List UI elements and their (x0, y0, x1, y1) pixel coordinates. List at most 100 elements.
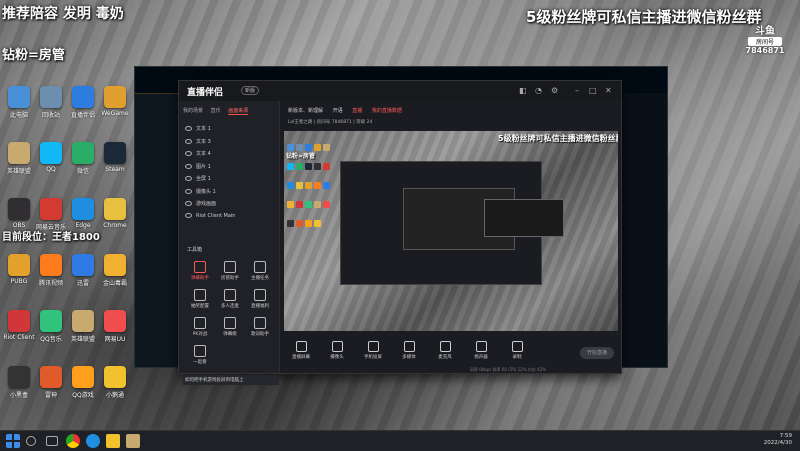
tool-button[interactable]: PK对战 (185, 317, 215, 337)
desktop-icon[interactable]: 英雄联盟 (2, 142, 36, 182)
edge-taskbar-icon[interactable] (86, 434, 100, 448)
eye-icon[interactable] (185, 201, 192, 206)
control-button[interactable]: 手机投屏 (358, 341, 388, 360)
tab-music[interactable]: 直乐 (211, 107, 221, 114)
eye-icon[interactable] (185, 188, 192, 194)
overlay-top-left: 推荐陪容 发明 毒奶 (2, 6, 124, 22)
tool-icon (254, 317, 266, 329)
main-tab-3[interactable]: 我的直播数据 (372, 107, 402, 114)
tool-button[interactable]: 多人连麦 (215, 289, 245, 309)
tool-icon (224, 261, 236, 273)
tool-button[interactable]: 歌词助手 (245, 317, 275, 337)
control-button[interactable]: 多媒体 (394, 341, 424, 360)
desktop-icon[interactable]: 回收站 (34, 86, 68, 126)
source-item[interactable]: 图片 1 (185, 163, 211, 170)
desktop-icon-label: QQ音乐 (40, 336, 62, 343)
desktop-icon[interactable]: QQ (34, 142, 68, 182)
preview-mini-icon (305, 220, 312, 227)
tool-button[interactable]: 主播任务 (245, 261, 275, 281)
desktop-icon[interactable]: QQ游戏 (66, 366, 100, 406)
stream-preview[interactable]: 5级粉丝牌可私信主播进微信粉丝群 钻粉=房管 (284, 131, 618, 331)
gift-icon[interactable]: ◧ (519, 86, 527, 95)
eye-icon[interactable] (185, 163, 192, 169)
chrome-taskbar-icon[interactable] (66, 434, 80, 448)
desktop-icon[interactable]: QQ音乐 (34, 310, 68, 350)
tool-button[interactable]: 弹幕助手 (185, 261, 215, 281)
preview-mini-icon (287, 220, 294, 227)
source-item[interactable]: 游戏画面 (185, 200, 216, 207)
tool-button[interactable]: 弹幕姬 (215, 317, 245, 337)
tool-button[interactable]: 一起看 (185, 345, 215, 365)
tool-button[interactable]: 抽奖配置 (185, 289, 215, 309)
source-item[interactable]: 文本 3 (185, 138, 211, 145)
desktop-icon[interactable]: 小鹅通 (98, 366, 132, 406)
source-item[interactable]: 文本 1 (185, 125, 211, 132)
desktop-icon[interactable]: WeGame (98, 86, 132, 126)
eye-icon[interactable] (185, 126, 192, 131)
maximize-icon[interactable]: □ (589, 86, 597, 95)
source-item[interactable]: Riot Client Main (185, 212, 235, 219)
desktop-icon[interactable]: 小黑盒 (2, 366, 36, 406)
tool-label: 弹幕姬 (223, 332, 237, 337)
desktop-icon[interactable]: Steam (98, 142, 132, 182)
preview-mini-icon (287, 163, 294, 170)
control-button[interactable]: 麦克风 (430, 341, 460, 360)
eye-icon[interactable] (185, 212, 192, 218)
desktop-icon[interactable]: 网易云音乐 (34, 198, 68, 238)
task-view-icon[interactable] (46, 436, 58, 446)
tab-scenes[interactable]: 我的场景 (183, 107, 203, 114)
source-item[interactable]: 文本 4 (185, 150, 211, 157)
explorer-taskbar-icon[interactable] (106, 434, 120, 448)
desktop-icon-label: 网易云音乐 (35, 224, 66, 231)
tool-button[interactable]: 房管助手 (215, 261, 245, 281)
tool-button[interactable]: 直播福利 (245, 289, 275, 309)
control-button[interactable]: 直播屏幕 (286, 341, 316, 360)
tool-icon (224, 289, 236, 301)
eye-icon[interactable] (185, 151, 192, 156)
desktop-icon[interactable]: OBS (2, 198, 36, 238)
source-item[interactable]: 全屏 1 (185, 175, 211, 182)
control-button[interactable]: 摄像头 (322, 341, 352, 360)
main-tab-2[interactable]: 直播 (352, 107, 362, 114)
tool-label: 抽奖配置 (191, 304, 209, 309)
preview-mini-icon (305, 144, 312, 151)
desktop-icon[interactable]: 金山毒霸 (98, 254, 132, 294)
desktop: 推荐陪容 发明 毒奶 钻粉=房管 目前段位：王者1800 5级粉丝牌可私信主播进… (0, 0, 800, 430)
streaming-app-window[interactable]: 直播伴侣 新版 ◧ ◔ ⚙ – □ ✕ 我的场景 直乐 画面来源 文本 1 文本 … (178, 80, 622, 385)
desktop-icon[interactable]: 直播伴侣 (66, 86, 100, 126)
desktop-icon[interactable]: 迅雷 (66, 254, 100, 294)
main-tab-0[interactable]: 新版本、新理解 (288, 107, 323, 114)
bell-icon[interactable]: ◔ (535, 86, 542, 95)
desktop-icon[interactable]: 微信 (66, 142, 100, 182)
league-taskbar-icon[interactable] (126, 434, 140, 448)
control-button[interactable]: 录制 (502, 341, 532, 360)
source-label: 文本 3 (196, 138, 211, 145)
source-item[interactable]: 摄像头 1 (185, 188, 216, 195)
search-icon[interactable] (26, 436, 36, 446)
control-button[interactable]: 扬声器 (466, 341, 496, 360)
tab-sources[interactable]: 画面来源 (228, 107, 249, 115)
eye-icon[interactable] (185, 176, 192, 181)
desktop-icon[interactable]: 网易UU (98, 310, 132, 350)
main-tab-1[interactable]: 开语 (333, 107, 343, 114)
desktop-icon[interactable]: Chrome (98, 198, 132, 238)
desktop-icon[interactable]: PUBG (2, 254, 36, 294)
desktop-icon[interactable]: 腾讯视频 (34, 254, 68, 294)
start-live-button[interactable]: 开始直播 (580, 347, 614, 359)
desktop-icon[interactable]: 英雄联盟 (66, 310, 100, 350)
overlay-top-right: 5级粉丝牌可私信主播进微信粉丝群 (526, 8, 762, 26)
desktop-icon[interactable]: Riot Client (2, 310, 36, 350)
desktop-icon[interactable]: Edge (66, 198, 100, 238)
windows-start-icon[interactable] (6, 434, 20, 448)
preview-mini-icon (296, 144, 303, 151)
close-icon[interactable]: ✕ (605, 86, 612, 95)
settings-icon[interactable]: ⚙ (551, 86, 558, 95)
desktop-icon[interactable]: 雷神 (34, 366, 68, 406)
source-label: 图片 1 (196, 163, 211, 170)
bottom-tip[interactable]: 如何把手机游戏投屏到电脑上 (183, 375, 279, 385)
eye-icon[interactable] (185, 138, 192, 144)
minimize-icon[interactable]: – (575, 86, 579, 95)
desktop-icon[interactable]: 此电脑 (2, 86, 36, 126)
desktop-icon-label: 雷神 (44, 392, 57, 399)
taskbar-clock[interactable]: 7:59 2022/4/30 (764, 433, 792, 447)
